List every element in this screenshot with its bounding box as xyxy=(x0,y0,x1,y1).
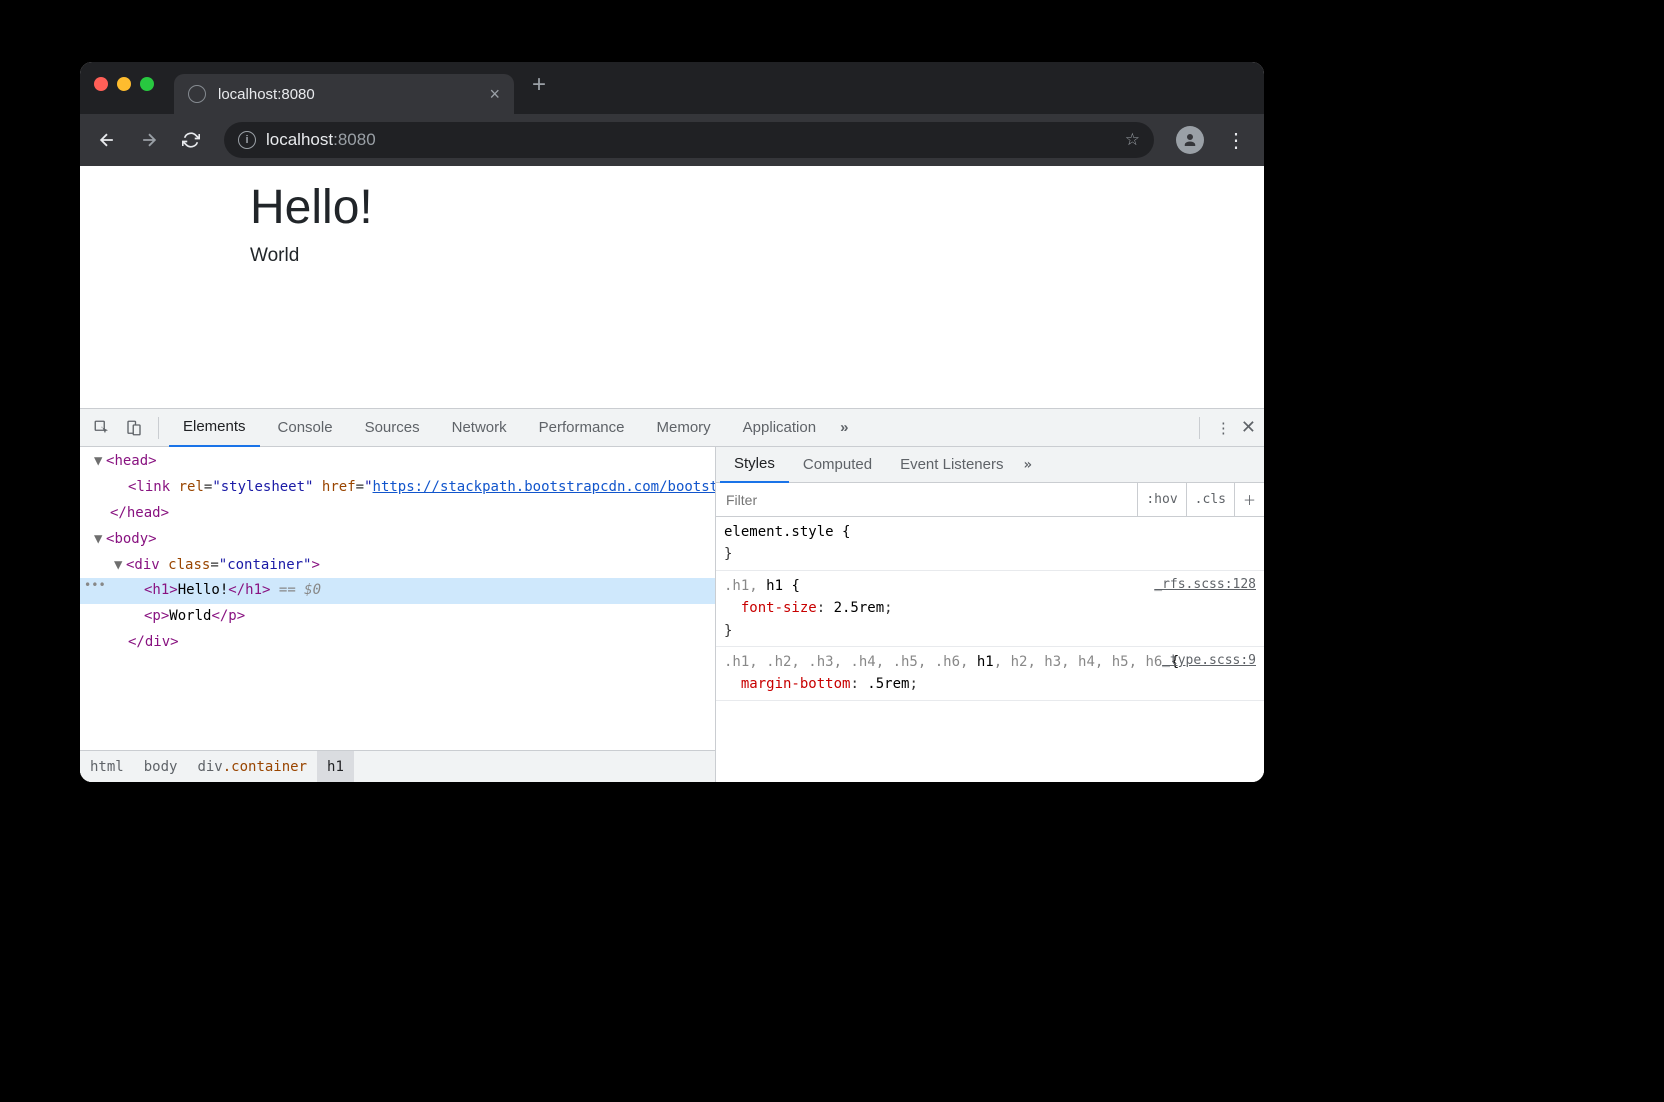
tab-application[interactable]: Application xyxy=(729,409,830,447)
devtools-close-icon[interactable]: ✕ xyxy=(1241,417,1256,438)
devtools-tabs: Elements Console Sources Network Perform… xyxy=(80,409,1264,447)
profile-avatar[interactable] xyxy=(1176,126,1204,154)
dom-tree[interactable]: ▼<head> <link rel="stylesheet" href="htt… xyxy=(80,447,715,750)
breadcrumb: html body div.container h1 xyxy=(80,750,715,782)
devtools-menu-icon[interactable]: ⋮ xyxy=(1216,419,1231,437)
address-bar[interactable]: i localhost:8080 ☆ xyxy=(224,122,1154,158)
crumb-html[interactable]: html xyxy=(80,751,134,782)
tabs-overflow-icon[interactable]: » xyxy=(834,419,854,436)
new-tab-button[interactable]: + xyxy=(532,71,546,99)
device-toggle-icon[interactable] xyxy=(120,414,148,442)
bookmark-icon[interactable]: ☆ xyxy=(1125,130,1140,150)
titlebar: localhost:8080 × + xyxy=(80,62,1264,114)
page-container: Hello! World xyxy=(250,180,970,267)
forward-button[interactable] xyxy=(132,123,166,157)
crumb-h1[interactable]: h1 xyxy=(317,751,354,782)
elements-panel: ▼<head> <link rel="stylesheet" href="htt… xyxy=(80,447,716,782)
tab-console[interactable]: Console xyxy=(264,409,347,447)
inspect-icon[interactable] xyxy=(88,414,116,442)
tab-elements[interactable]: Elements xyxy=(169,409,260,447)
maximize-window-icon[interactable] xyxy=(140,77,154,91)
page-paragraph: World xyxy=(250,245,970,267)
devtools: Elements Console Sources Network Perform… xyxy=(80,408,1264,782)
rule-element-style[interactable]: element.style { } xyxy=(716,517,1264,571)
minimize-window-icon[interactable] xyxy=(117,77,131,91)
rule-headings-margin[interactable]: _type.scss:9 .h1, .h2, .h3, .h4, .h5, .h… xyxy=(716,647,1264,701)
browser-window: localhost:8080 × + i localhost:8080 ☆ ⋮ … xyxy=(80,62,1264,782)
url-text: localhost:8080 xyxy=(266,130,376,150)
close-window-icon[interactable] xyxy=(94,77,108,91)
tab-sources[interactable]: Sources xyxy=(351,409,434,447)
rule-h1-font-size[interactable]: _rfs.scss:128 .h1, h1 { font-size: 2.5re… xyxy=(716,571,1264,647)
tab-title: localhost:8080 xyxy=(218,86,315,103)
site-info-icon[interactable]: i xyxy=(238,131,256,149)
globe-icon xyxy=(188,85,206,103)
page-viewport: Hello! World xyxy=(80,166,1264,408)
back-button[interactable] xyxy=(90,123,124,157)
hov-toggle[interactable]: :hov xyxy=(1137,483,1185,516)
subtab-event-listeners[interactable]: Event Listeners xyxy=(886,447,1017,483)
menu-icon[interactable]: ⋮ xyxy=(1218,128,1254,153)
reload-button[interactable] xyxy=(174,123,208,157)
window-controls xyxy=(94,77,154,91)
styles-filter-input[interactable] xyxy=(716,492,1137,508)
crumb-div[interactable]: div.container xyxy=(187,751,317,782)
subtabs-overflow-icon[interactable]: » xyxy=(1017,457,1037,473)
subtab-styles[interactable]: Styles xyxy=(720,447,789,483)
subtab-computed[interactable]: Computed xyxy=(789,447,886,483)
rule-source-link[interactable]: _type.scss:9 xyxy=(1162,651,1256,672)
tab-network[interactable]: Network xyxy=(438,409,521,447)
tab-memory[interactable]: Memory xyxy=(643,409,725,447)
crumb-body[interactable]: body xyxy=(134,751,188,782)
tab-performance[interactable]: Performance xyxy=(525,409,639,447)
cls-toggle[interactable]: .cls xyxy=(1186,483,1234,516)
new-style-rule-icon[interactable]: ＋ xyxy=(1234,483,1264,516)
close-tab-icon[interactable]: × xyxy=(489,84,500,105)
browser-toolbar: i localhost:8080 ☆ ⋮ xyxy=(80,114,1264,166)
browser-tab[interactable]: localhost:8080 × xyxy=(174,74,514,114)
rule-source-link[interactable]: _rfs.scss:128 xyxy=(1154,575,1256,596)
styles-panel: Styles Computed Event Listeners » :hov .… xyxy=(716,447,1264,782)
page-heading: Hello! xyxy=(250,180,970,235)
